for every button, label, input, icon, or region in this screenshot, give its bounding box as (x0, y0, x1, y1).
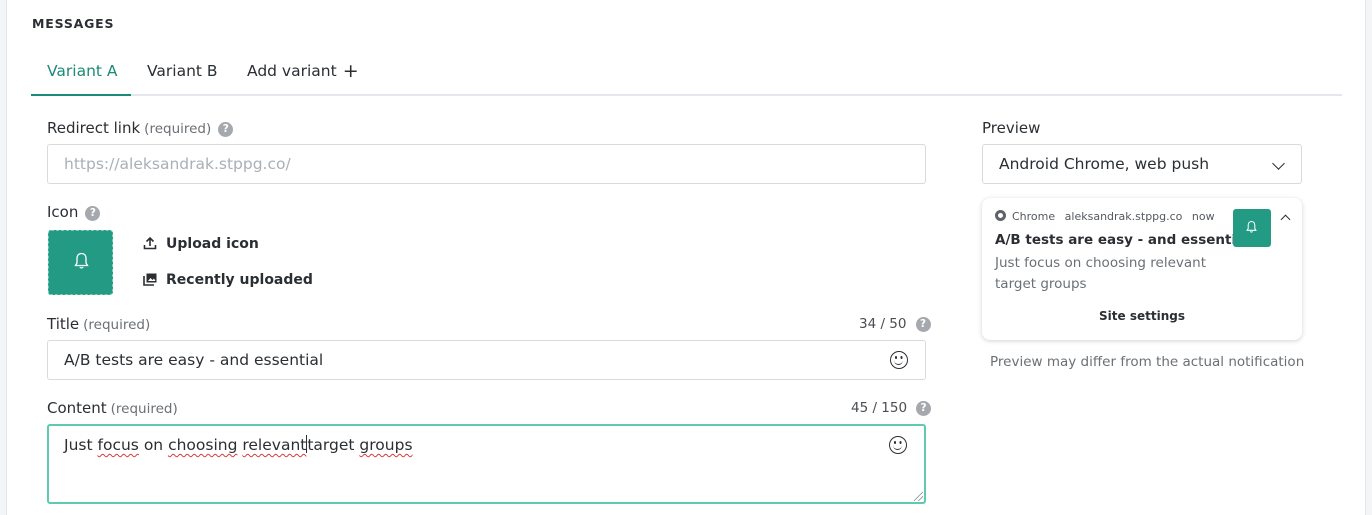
content-textarea[interactable]: Just focus on choosing relevanttarget gr… (47, 424, 926, 504)
preview-device-value: Android Chrome, web push (999, 155, 1210, 173)
resize-handle[interactable] (914, 492, 923, 501)
redirect-link-label-text: Redirect link (47, 119, 141, 137)
image-library-icon (143, 272, 157, 286)
content-word: on (143, 436, 164, 454)
help-icon[interactable]: ? (218, 122, 234, 137)
help-icon[interactable]: ? (915, 317, 931, 332)
emoji-picker-icon[interactable] (890, 351, 908, 369)
notification-header: Chrome aleksandrak.stppg.co now (995, 210, 1221, 223)
preview-label: Preview (982, 119, 1041, 137)
preview-disclaimer: Preview may differ from the actual notif… (990, 354, 1305, 370)
title-char-counter: 34 / 50? (859, 316, 931, 332)
site-settings-button[interactable]: Site settings (982, 309, 1302, 323)
icon-label: Icon? (47, 203, 101, 221)
variant-tabs: Variant A Variant B Add variant + (31, 54, 1342, 96)
chevron-up-icon[interactable] (1280, 214, 1291, 225)
title-input-value: A/B tests are easy - and essential (64, 351, 324, 369)
recently-uploaded-button[interactable]: Recently uploaded (143, 272, 313, 288)
redirect-link-input[interactable]: https://aleksandrak.stppg.co/ (47, 144, 926, 184)
required-hint: (required) (110, 401, 178, 417)
recently-uploaded-label: Recently uploaded (166, 272, 313, 288)
content-label-text: Content (47, 399, 107, 417)
section-title: MESSAGES (32, 16, 115, 31)
content-word: Just (64, 436, 93, 454)
add-variant-button[interactable]: Add variant + (247, 60, 359, 82)
title-label: Title (required) (47, 315, 150, 333)
help-icon[interactable]: ? (916, 401, 932, 416)
notification-time: now (1191, 210, 1215, 223)
bell-icon (1246, 220, 1257, 233)
content-word-misspelled: focus (97, 436, 139, 454)
tab-variant-a[interactable]: Variant A (47, 62, 118, 80)
bell-icon (74, 252, 89, 269)
icon-label-text: Icon (47, 203, 79, 221)
chevron-down-icon (1272, 157, 1285, 170)
upload-icon (143, 236, 157, 250)
preview-device-select[interactable]: Android Chrome, web push (982, 144, 1302, 184)
active-tab-indicator (31, 94, 131, 96)
required-hint: (required) (144, 121, 212, 137)
redirect-link-label: Redirect link (required)? (47, 119, 234, 137)
content-label: Content (required) (47, 399, 178, 417)
upload-icon-button[interactable]: Upload icon (143, 236, 259, 252)
notification-title: A/B tests are easy - and essential (995, 232, 1250, 248)
notification-body: Just focus on choosing relevant target g… (995, 255, 1207, 292)
content-char-counter: 45 / 150? (851, 400, 932, 416)
content-word: target (307, 436, 355, 454)
title-input[interactable]: A/B tests are easy - and essential (47, 340, 926, 380)
required-hint: (required) (83, 317, 151, 333)
title-counter-value: 34 / 50 (859, 316, 907, 332)
tab-variant-b[interactable]: Variant B (147, 62, 218, 80)
icon-preview[interactable] (48, 230, 113, 295)
add-variant-label: Add variant (247, 62, 337, 80)
title-label-text: Title (47, 315, 80, 333)
plus-icon: + (342, 60, 359, 82)
content-word-misspelled: choosing (168, 436, 238, 454)
messages-panel: MESSAGES Variant A Variant B Add variant… (6, 0, 1366, 515)
emoji-picker-icon[interactable] (889, 436, 907, 454)
upload-icon-label: Upload icon (166, 236, 259, 252)
help-icon[interactable]: ? (85, 206, 101, 221)
notification-preview: Chrome aleksandrak.stppg.co now A/B test… (982, 198, 1302, 340)
content-word-misspelled: groups (359, 436, 413, 454)
notification-domain: aleksandrak.stppg.co (1064, 210, 1183, 223)
notification-browser: Chrome (1012, 210, 1056, 223)
content-counter-value: 45 / 150 (851, 400, 908, 416)
chrome-icon (995, 210, 1006, 221)
content-word-misspelled: relevant (242, 436, 307, 454)
notification-icon (1233, 209, 1271, 247)
